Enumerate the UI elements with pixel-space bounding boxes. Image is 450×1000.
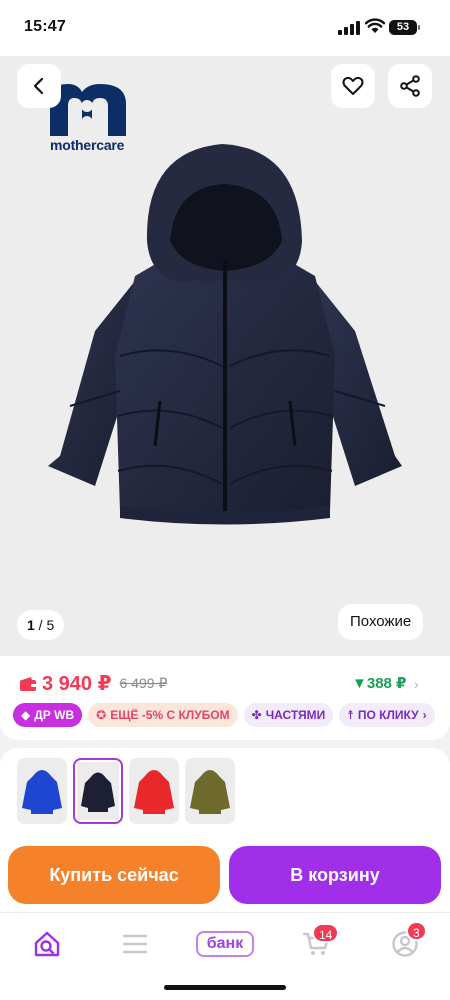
bottom-tabbar: банк 14 3	[0, 912, 450, 1000]
home-search-icon	[34, 931, 60, 957]
chip-click-label: ПО КЛИКУ	[357, 708, 419, 722]
chip-dr-wb[interactable]: ◆ ДР WB	[13, 703, 83, 727]
jacket-thumb-blue	[17, 758, 67, 824]
variant-thumb-inner	[77, 762, 119, 820]
tab-bank[interactable]: банк	[196, 931, 254, 957]
share-icon	[400, 75, 420, 97]
status-time: 15:47	[24, 18, 66, 35]
product-gallery[interactable]: mothercare 1 / 5 Похожие	[0, 56, 450, 656]
back-button[interactable]	[17, 64, 61, 108]
current-price: 3 940 ₽	[42, 673, 112, 695]
chip-club-label: ЕЩЁ -5% С КЛУБОМ	[110, 708, 230, 722]
pager-total: 5	[46, 617, 55, 633]
brand-logo-text: mothercare	[50, 137, 125, 153]
price-drop[interactable]: ▼388 ₽	[352, 674, 406, 692]
share-button[interactable]	[388, 64, 432, 108]
chevron-right-icon: ›	[422, 708, 427, 722]
price-block: 3 940 ₽ 6 499 ₽ ▼388 ₽ › ◆ ДР WB ✪ ЕЩЁ -…	[0, 656, 450, 740]
variant-thumb-olive[interactable]	[185, 758, 235, 824]
color-variants	[0, 748, 450, 840]
home-indicator	[164, 985, 286, 990]
runner-icon: ☨	[347, 708, 354, 722]
jacket-thumb-red	[129, 758, 179, 824]
diamond-icon: ◆	[21, 708, 31, 722]
tab-catalog[interactable]	[120, 929, 150, 959]
chevron-left-icon	[33, 77, 44, 95]
heart-icon	[342, 76, 364, 95]
image-pager: 1 / 5	[17, 610, 65, 640]
jacket-thumb-navy	[77, 762, 119, 820]
promo-chips: ◆ ДР WB ✪ ЕЩЁ -5% С КЛУБОМ ✤ ЧАСТЯМИ ☨ П…	[13, 703, 435, 727]
club-icon: ✪	[96, 708, 107, 722]
chip-dr-wb-label: ДР WB	[34, 708, 75, 722]
wallet-icon	[20, 676, 36, 691]
chevron-right-icon[interactable]: ›	[414, 676, 419, 692]
chip-parts[interactable]: ✤ ЧАСТЯМИ	[243, 703, 334, 727]
jacket-thumb-olive	[185, 758, 235, 824]
pager-current: 1	[27, 617, 35, 633]
pager-separator: /	[34, 617, 47, 633]
price-row: 3 940 ₽ 6 499 ₽	[20, 671, 167, 696]
chip-parts-label: ЧАСТЯМИ	[265, 708, 326, 722]
similar-button[interactable]: Похожие	[338, 604, 424, 640]
chip-club[interactable]: ✪ ЕЩЁ -5% С КЛУБОМ	[88, 703, 238, 727]
action-bar: Купить сейчас В корзину	[0, 840, 450, 912]
variant-thumb-navy[interactable]	[73, 758, 123, 824]
variant-thumb-red[interactable]	[129, 758, 179, 824]
chip-click[interactable]: ☨ ПО КЛИКУ ›	[339, 703, 435, 727]
add-to-cart-button[interactable]: В корзину	[229, 846, 441, 904]
variant-thumb-blue[interactable]	[17, 758, 67, 824]
menu-icon	[122, 934, 148, 954]
cart-count-badge: 14	[312, 923, 340, 943]
status-bar: 15:47 53	[0, 0, 450, 56]
cellular-signal-icon	[338, 21, 360, 35]
battery-icon: 53	[389, 20, 420, 35]
old-price: 6 499 ₽	[119, 675, 168, 691]
favorite-button[interactable]	[331, 64, 375, 108]
brand-logo: mothercare	[48, 84, 138, 154]
wifi-icon	[365, 18, 385, 33]
profile-count-badge: 3	[406, 921, 427, 941]
tab-home[interactable]	[32, 929, 62, 959]
installments-icon: ✤	[251, 708, 262, 722]
buy-now-button[interactable]: Купить сейчас	[8, 846, 220, 904]
